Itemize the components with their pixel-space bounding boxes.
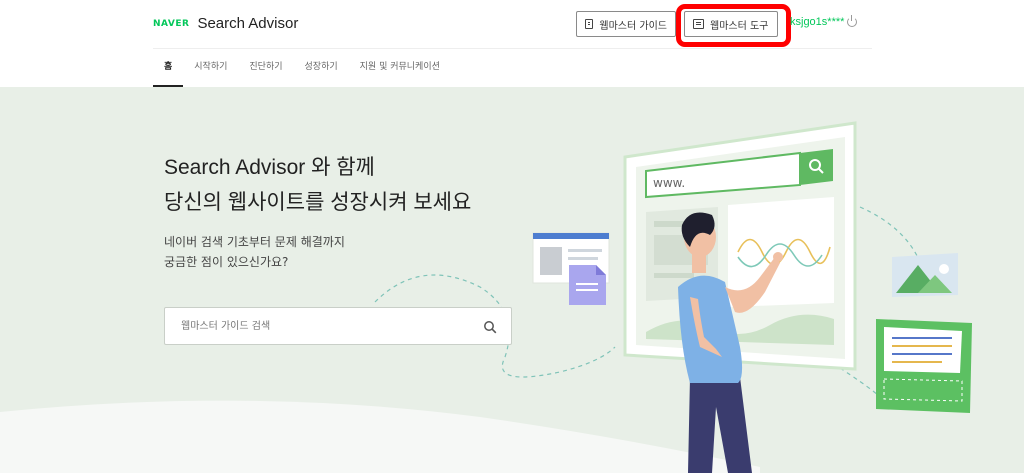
browser-window-illustration: www. [623,121,857,371]
search-icon[interactable] [483,320,497,334]
user-id[interactable]: ksjgo1s**** [790,16,844,28]
naver-logo: NAVER [153,18,190,29]
hero-illustration: www. [0,121,972,473]
main-nav: 홈 시작하기 진단하기 성장하기 지원 및 커뮤니케이션 [153,49,451,87]
webmaster-guide-label: 웹마스터 가이드 [599,20,667,32]
nav-item-support[interactable]: 지원 및 커뮤니케이션 [349,49,451,87]
header: NAVER Search Advisor 웹마스터 가이드 웹마스터 도구 ks… [0,0,1024,48]
hero-subtitle-line-1: 네이버 검색 기초부터 문제 해결까지 [164,235,345,249]
site-logo[interactable]: NAVER Search Advisor [153,15,298,32]
webmaster-tools-label: 웹마스터 도구 [710,20,769,32]
hero-subtitle: 네이버 검색 기초부터 문제 해결까지 궁금한 점이 있으신가요? [164,232,345,272]
document-icon [585,19,594,29]
monitor-icon [693,19,704,29]
nav-item-start[interactable]: 시작하기 [183,49,238,87]
hero-title-line-1: Search Advisor 와 함께 [164,156,375,179]
site-title: Search Advisor [197,15,299,32]
logout-power-icon[interactable] [847,15,857,27]
nav-item-diagnose[interactable]: 진단하기 [238,49,293,87]
svg-text:www.: www. [653,176,685,190]
hero-subtitle-line-2: 궁금한 점이 있으신가요? [164,255,289,269]
guide-search-box [164,307,512,345]
hero-title: Search Advisor 와 함께 당신의 웹사이트를 성장시켜 보세요 [164,150,471,220]
list-card-illustration [876,319,972,413]
hero-section: www. Search Advisor 와 함께 당신의 웹사이트를 성장시켜 … [0,87,1024,473]
hero-title-line-2: 당신의 웹사이트를 성장시켜 보세요 [164,191,472,214]
nav-item-grow[interactable]: 성장하기 [294,49,349,87]
webmaster-tools-button[interactable]: 웹마스터 도구 [684,11,778,37]
nav-item-home[interactable]: 홈 [153,49,184,87]
document-card-illustration [532,232,610,305]
image-card-illustration [892,253,958,297]
webmaster-guide-button[interactable]: 웹마스터 가이드 [576,11,676,37]
page: NAVER Search Advisor 웹마스터 가이드 웹마스터 도구 ks… [0,0,1024,473]
guide-search-input[interactable] [181,317,471,335]
